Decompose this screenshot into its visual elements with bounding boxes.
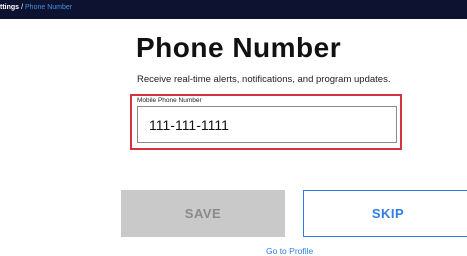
save-button[interactable]: SAVE bbox=[121, 190, 285, 237]
skip-button[interactable]: SKIP bbox=[303, 190, 467, 237]
phone-field-label: Mobile Phone Number bbox=[137, 97, 202, 104]
page-subtitle: Receive real-time alerts, notifications,… bbox=[137, 74, 391, 85]
page-title: Phone Number bbox=[136, 32, 342, 63]
breadcrumb-current: Phone Number bbox=[25, 4, 73, 11]
go-to-profile-link[interactable]: Go to Profile bbox=[266, 247, 313, 256]
breadcrumb: ttings / Phone Number bbox=[0, 3, 72, 12]
phone-number-input[interactable] bbox=[137, 106, 397, 143]
top-bar: ttings / Phone Number bbox=[0, 0, 467, 19]
breadcrumb-settings-link[interactable]: ttings bbox=[0, 4, 19, 11]
